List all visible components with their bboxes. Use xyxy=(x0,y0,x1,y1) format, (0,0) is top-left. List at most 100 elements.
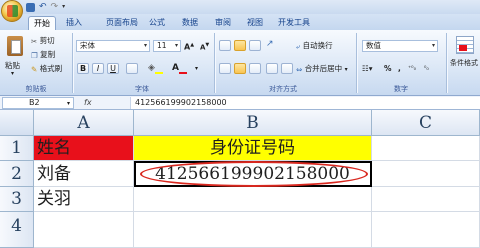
orientation-icon[interactable]: ↗ xyxy=(266,39,274,50)
cut-button[interactable]: ✂ 剪切 xyxy=(31,35,55,47)
number-format-combo[interactable]: 数值 ▾ xyxy=(362,40,438,52)
alignment-group-label: 对齐方式 xyxy=(269,85,297,93)
tab-data[interactable]: 数据 xyxy=(178,16,202,30)
merge-center-label: 合并后居中 xyxy=(304,64,343,73)
cell-c3[interactable] xyxy=(372,187,480,212)
chevron-down-icon: ▾ xyxy=(174,42,178,49)
font-color-icon[interactable]: A xyxy=(172,63,187,74)
scissors-icon: ✂ xyxy=(31,36,38,46)
copy-button[interactable]: ❐ 复制 xyxy=(31,49,55,61)
underline-button[interactable]: U xyxy=(107,63,119,74)
row-header-3[interactable]: 3 xyxy=(0,187,34,212)
format-painter-label: 格式刷 xyxy=(39,64,63,73)
select-all-corner[interactable] xyxy=(0,110,34,136)
copy-icon: ❐ xyxy=(31,50,38,60)
paste-button[interactable]: 粘贴 ▾ xyxy=(3,34,27,80)
column-header-a[interactable]: A xyxy=(34,110,134,136)
quick-access-toolbar: ↶ ↷ ▾ xyxy=(26,2,65,12)
office-button[interactable] xyxy=(1,0,23,22)
merge-center-icon: ⇔ xyxy=(296,64,303,74)
office-logo-icon xyxy=(7,5,18,17)
chevron-down-icon: ▾ xyxy=(143,42,147,49)
insert-function-button[interactable]: fx xyxy=(84,98,92,107)
increase-decimal-icon[interactable]: ⁺⁰₀ xyxy=(408,63,416,74)
decrease-indent-icon[interactable] xyxy=(266,63,278,74)
align-right-icon[interactable] xyxy=(249,63,261,74)
italic-button[interactable]: I xyxy=(92,63,104,74)
grow-font-icon[interactable]: A▲ xyxy=(184,40,194,53)
decrease-decimal-icon[interactable]: ⁰₀ xyxy=(424,63,429,74)
row-header-4[interactable]: 4 xyxy=(0,212,34,248)
cell-b3[interactable] xyxy=(134,187,372,212)
borders-icon[interactable] xyxy=(126,63,138,74)
align-middle-icon[interactable] xyxy=(234,40,246,51)
font-group-label: 字体 xyxy=(135,85,149,93)
font-name-value: 宋体 xyxy=(80,41,95,50)
undo-icon[interactable]: ↶ xyxy=(39,2,47,12)
tab-formulas[interactable]: 公式 xyxy=(146,16,168,30)
shrink-font-icon[interactable]: A▼ xyxy=(200,40,209,53)
wrap-text-label: 自动换行 xyxy=(302,41,333,50)
chevron-down-icon[interactable]: ▾ xyxy=(195,63,198,74)
cell-b4[interactable] xyxy=(134,212,372,248)
copy-label: 复制 xyxy=(40,50,56,59)
cell-a1[interactable]: 姓名 xyxy=(34,136,134,161)
cell-a2[interactable]: 刘备 xyxy=(34,161,134,187)
tab-home[interactable]: 开始 xyxy=(28,16,56,30)
cell-b1[interactable]: 身份证号码 xyxy=(134,136,372,161)
bold-button[interactable]: B xyxy=(77,63,89,74)
wrap-text-icon: ⤶ xyxy=(296,41,301,51)
cell-c2[interactable] xyxy=(372,161,480,187)
ribbon-tabs: 开始 插入 页面布局 公式 数据 审阅 视图 开发工具 xyxy=(0,14,480,30)
align-bottom-icon[interactable] xyxy=(249,40,261,51)
cut-label: 剪切 xyxy=(39,36,55,45)
divider xyxy=(446,33,447,93)
number-format-value: 数值 xyxy=(366,41,381,50)
fill-color-icon[interactable]: ◈ xyxy=(148,63,163,74)
cell-a3[interactable]: 关羽 xyxy=(34,187,134,212)
redo-icon[interactable]: ↷ xyxy=(51,2,59,12)
tab-insert[interactable]: 插入 xyxy=(62,16,86,30)
name-box-value: B2 xyxy=(29,98,40,107)
accounting-format-icon[interactable]: ☷▾ xyxy=(362,63,373,74)
chevron-down-icon: ▾ xyxy=(431,42,435,49)
align-top-icon[interactable] xyxy=(219,40,231,51)
cell-a4[interactable] xyxy=(34,212,134,248)
wrap-text-button[interactable]: ⤶ 自动换行 xyxy=(296,40,333,52)
worksheet-grid: A B C 1 2 3 4 姓名 身份证号码 刘备 41256619990215… xyxy=(0,110,480,248)
formula-input[interactable]: 412566199902158000 xyxy=(130,97,480,109)
cell-c1[interactable] xyxy=(372,136,480,161)
conditional-formatting-icon xyxy=(456,36,474,54)
conditional-formatting-label: 条件格式 xyxy=(450,59,478,67)
percent-style-button[interactable]: % xyxy=(384,63,392,74)
font-size-combo[interactable]: 11 ▾ xyxy=(153,40,181,52)
tab-view[interactable]: 视图 xyxy=(244,16,266,30)
comma-style-button[interactable]: , xyxy=(398,63,401,74)
cell-b2[interactable]: 412566199902158000 xyxy=(134,161,372,187)
conditional-formatting-button[interactable]: 条件格式 xyxy=(450,36,480,82)
increase-indent-icon[interactable] xyxy=(281,63,293,74)
cell-c4[interactable] xyxy=(372,212,480,248)
merge-center-button[interactable]: ⇔ 合并后居中 ▾ xyxy=(296,63,348,75)
column-header-b[interactable]: B xyxy=(134,110,372,136)
ribbon: 粘贴 ▾ ✂ 剪切 ❐ 复制 ✎ 格式刷 剪贴板 宋体 ▾ 11 ▾ A▲ A▼ B… xyxy=(0,30,480,96)
format-painter-button[interactable]: ✎ 格式刷 xyxy=(31,63,62,75)
align-center-icon[interactable] xyxy=(234,63,246,74)
column-header-c[interactable]: C xyxy=(372,110,480,136)
clipboard-icon xyxy=(7,36,23,56)
row-header-2[interactable]: 2 xyxy=(0,161,34,187)
paste-dropdown-icon: ▾ xyxy=(11,70,15,77)
font-size-value: 11 xyxy=(157,41,167,50)
chevron-down-icon: ▾ xyxy=(66,100,70,107)
name-box[interactable]: B2 ▾ xyxy=(2,97,74,109)
tab-developer[interactable]: 开发工具 xyxy=(274,16,314,30)
font-name-combo[interactable]: 宋体 ▾ xyxy=(76,40,150,52)
customize-toolbar-icon[interactable]: ▾ xyxy=(62,3,65,12)
align-left-icon[interactable] xyxy=(219,63,231,74)
fx-label: fx xyxy=(84,98,92,107)
tab-review[interactable]: 审阅 xyxy=(212,16,234,30)
row-header-1[interactable]: 1 xyxy=(0,136,34,161)
format-painter-icon: ✎ xyxy=(31,64,38,74)
tab-page-layout[interactable]: 页面布局 xyxy=(104,16,140,30)
save-icon[interactable] xyxy=(26,2,35,12)
